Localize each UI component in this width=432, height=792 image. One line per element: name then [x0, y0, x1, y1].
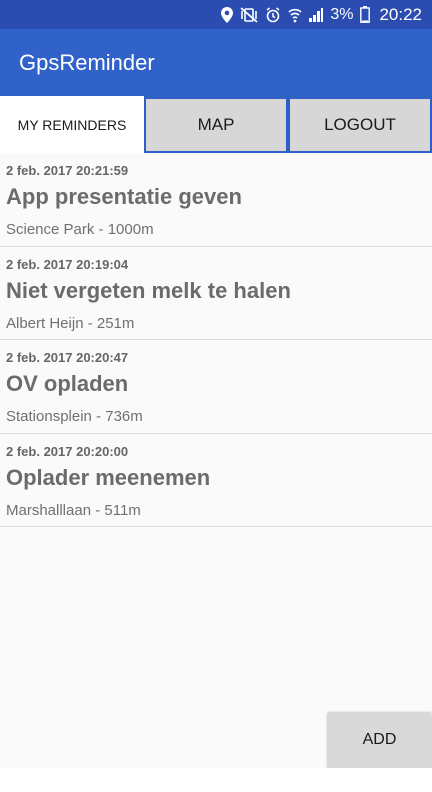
- battery-icon: [360, 6, 371, 23]
- add-button[interactable]: ADD: [328, 712, 431, 768]
- reminder-title: OV opladen: [6, 371, 129, 396]
- list-item[interactable]: 2 feb. 2017 20:20:00 Oplader meenemen Ma…: [0, 434, 432, 527]
- location-icon: [221, 6, 234, 23]
- clock: 20:22: [379, 4, 422, 24]
- reminder-location: Albert Heijn - 251m: [6, 314, 135, 332]
- list-item[interactable]: 2 feb. 2017 20:21:59 App presentatie gev…: [0, 153, 432, 247]
- reminder-location: Stationsplein - 736m: [6, 408, 143, 425]
- logout-button[interactable]: LOGOUT: [288, 96, 432, 153]
- reminder-location: Science Park - 1000m: [6, 221, 154, 238]
- vibrate-mute-icon: [240, 6, 258, 23]
- wifi-calling-icon: [288, 8, 302, 22]
- reminder-list: 2 feb. 2017 20:21:59 App presentatie gev…: [0, 153, 432, 768]
- tab-bar: MY REMINDERS MAP LOGOUT: [0, 96, 432, 153]
- reminder-date: 2 feb. 2017 20:21:59: [6, 163, 129, 178]
- reminder-location: Marshalllaan - 511m: [6, 501, 141, 519]
- status-bar: 3% 20:22: [0, 0, 432, 29]
- app-bar: GpsReminder: [0, 29, 432, 96]
- reminder-date: 2 feb. 2017 20:20:47: [6, 350, 129, 365]
- tab-my-reminders[interactable]: MY REMINDERS: [0, 96, 144, 153]
- battery-percentage: 3%: [330, 5, 354, 23]
- reminder-title: App presentatie geven: [6, 184, 242, 209]
- app-title: GpsReminder: [19, 49, 155, 75]
- reminder-title: Oplader meenemen: [6, 464, 211, 490]
- reminder-date: 2 feb. 2017 20:20:00: [6, 443, 129, 459]
- reminder-date: 2 feb. 2017 20:19:04: [6, 256, 129, 272]
- reminder-title: Niet vergeten melk te halen: [6, 277, 291, 303]
- list-item[interactable]: 2 feb. 2017 20:19:04 Niet vergeten melk …: [0, 247, 432, 340]
- signal-icon: [309, 7, 324, 22]
- bottom-area: [0, 768, 432, 792]
- map-button[interactable]: MAP: [144, 96, 288, 153]
- alarm-icon: [266, 6, 280, 22]
- list-item[interactable]: 2 feb. 2017 20:20:47 OV opladen Stations…: [0, 340, 432, 434]
